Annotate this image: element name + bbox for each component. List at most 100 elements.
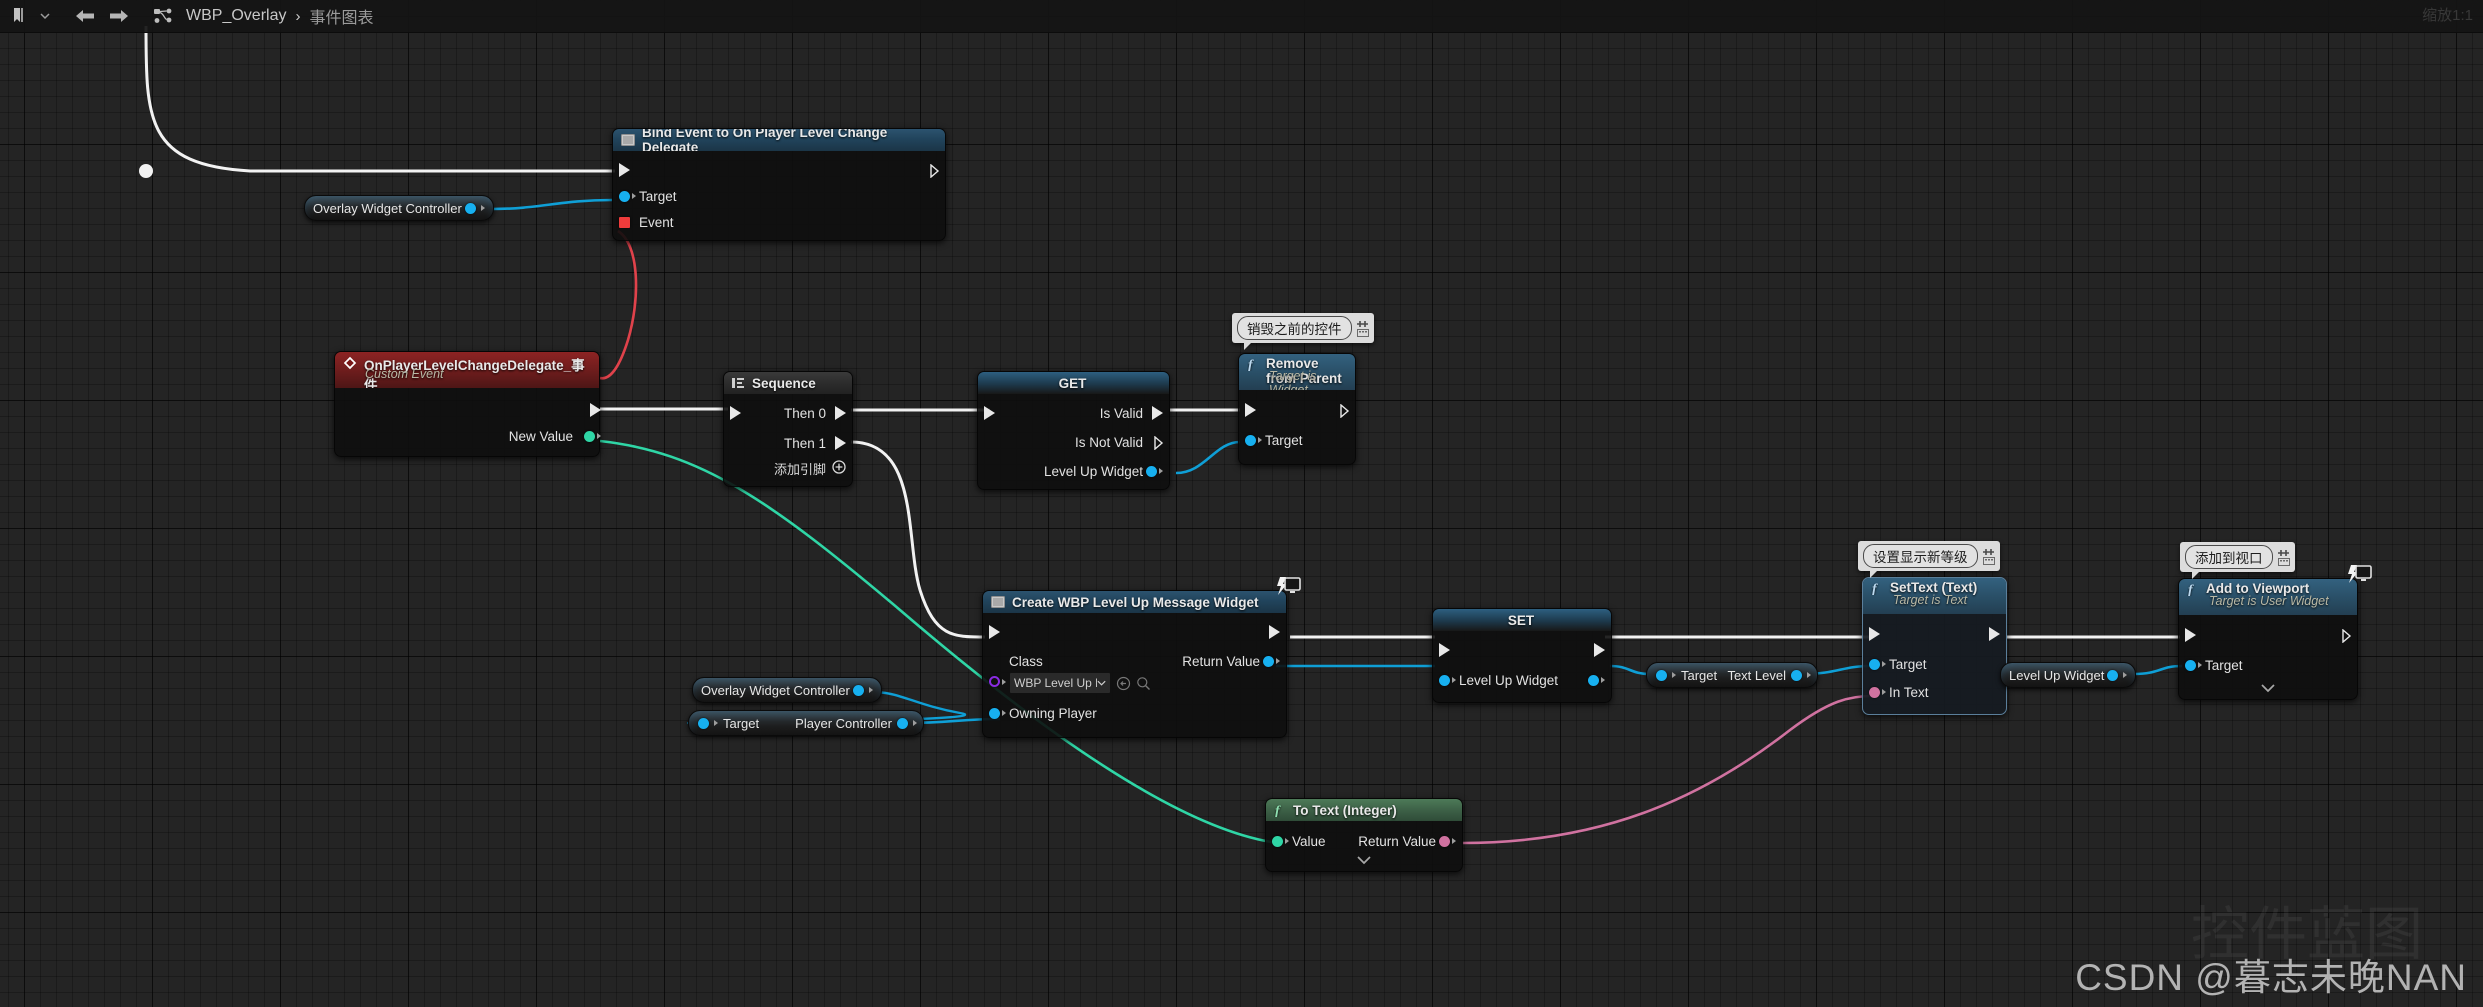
exec-in-pin[interactable] (1869, 627, 1880, 641)
class-selector-row[interactable]: WBP Level Up M (983, 672, 1286, 694)
function-f-icon: f (1247, 357, 1259, 371)
pin-row-event[interactable]: Event (613, 212, 945, 232)
node-overlay-widget-controller-getter-1[interactable]: Overlay Widget Controller (304, 195, 494, 221)
exec-in-pin[interactable] (989, 625, 1000, 639)
pin-row-exec[interactable] (1239, 400, 1355, 420)
breadcrumb-current[interactable]: 事件图表 (309, 4, 373, 28)
comment-bubble-remove-from-parent[interactable]: 销毁之前的控件 (1232, 313, 1374, 350)
node-to-text-integer[interactable]: f To Text (Integer) Value Return Value (1265, 798, 1463, 872)
node-get-player-controller[interactable]: Target Player Controller (688, 710, 924, 736)
exec-in-pin[interactable] (730, 406, 741, 420)
exec-in-pin[interactable] (619, 163, 630, 177)
owning-player-pin[interactable] (989, 707, 1006, 719)
class-dropdown[interactable]: WBP Level Up M (1009, 672, 1111, 694)
pin-row-new-value[interactable]: New Value (335, 426, 601, 446)
target-pin[interactable] (1869, 658, 1886, 670)
target-pin[interactable] (1245, 434, 1262, 446)
pin-row-exec[interactable] (983, 622, 1286, 642)
browse-to-asset-icon[interactable] (1116, 676, 1131, 691)
blueprint-graph-icon[interactable] (146, 3, 180, 29)
pin-row-in-text[interactable]: In Text (1863, 682, 2006, 702)
exec-in-pin[interactable] (984, 406, 995, 420)
object-out-pin[interactable] (464, 202, 476, 214)
pin-row-is-valid[interactable]: Is Valid (978, 403, 1169, 423)
node-body: Is Valid Is Not Valid Level Up Widget (978, 403, 1169, 489)
node-remove-from-parent[interactable]: f Remove from Parent Target is Widget Ta… (1238, 353, 1356, 465)
node-get-text-level[interactable]: Target Text Level (1646, 662, 1818, 688)
node-set-level-up-widget[interactable]: SET Level Up Widget (1432, 608, 1612, 703)
level-up-widget-out-pin[interactable] (1146, 465, 1163, 477)
exec-out-pin[interactable] (2342, 628, 2352, 643)
exec-out-pin[interactable] (1340, 403, 1350, 418)
class-pin[interactable] (989, 676, 1006, 687)
pin-row-level-up-widget[interactable]: Level Up Widget (978, 461, 1169, 481)
search-icon[interactable] (1136, 676, 1151, 691)
value-pin[interactable] (1272, 835, 1289, 847)
exec-in-pin[interactable] (2185, 628, 2196, 642)
target-pin[interactable] (2185, 659, 2202, 671)
node-sequence[interactable]: Sequence Then 0 Then 1 添加引脚 (723, 371, 853, 487)
pin-row-target[interactable]: Target (1239, 430, 1355, 450)
pin-row-target[interactable]: Target (1863, 654, 2006, 674)
object-out-pin[interactable] (2107, 669, 2119, 681)
arrow-left-icon[interactable] (68, 3, 102, 29)
pin-row-exec-out[interactable] (335, 400, 601, 420)
pin-row-exec[interactable] (1863, 624, 2006, 644)
object-out-pin[interactable] (852, 684, 864, 696)
pin-row-then-0[interactable]: Then 0 (724, 403, 852, 423)
exec-out-pin[interactable] (1594, 643, 1605, 657)
exec-out-is-not-valid-pin[interactable] (1154, 435, 1164, 450)
pin-row-then-1[interactable]: Then 1 (724, 433, 852, 453)
add-pin-button[interactable]: 添加引脚 (724, 459, 852, 478)
pin-row-value[interactable]: Value Return Value (1266, 831, 1462, 851)
exec-out-is-valid-pin[interactable] (1152, 406, 1163, 420)
expand-node-chevron-icon[interactable] (1266, 855, 1462, 865)
node-add-to-viewport[interactable]: f Add to Viewport Target is User Widget … (2178, 565, 2372, 700)
in-text-pin[interactable] (1869, 686, 1886, 698)
target-in-pin[interactable] (1656, 669, 1667, 681)
node-bind-event-to-on-player-level-change-delegate[interactable]: Bind Event to On Player Level Change Del… (612, 128, 946, 241)
exec-out-pin[interactable] (930, 163, 940, 178)
target-pin[interactable] (619, 190, 636, 202)
return-value-pin[interactable] (1263, 655, 1280, 667)
breadcrumb-root[interactable]: WBP_Overlay (186, 7, 286, 25)
exec-in-pin[interactable] (1245, 403, 1256, 417)
player-controller-out-pin[interactable] (897, 717, 908, 729)
expand-node-chevron-icon[interactable] (2179, 683, 2357, 693)
node-overlay-widget-controller-getter-2[interactable]: Overlay Widget Controller (692, 677, 882, 703)
pin-row-owning-player[interactable]: Owning Player (983, 703, 1286, 723)
pin-row-target[interactable]: Target (2179, 655, 2357, 675)
arrow-right-icon[interactable] (102, 3, 136, 29)
new-value-pin[interactable] (584, 430, 601, 442)
return-value-pin[interactable] (1439, 835, 1456, 847)
bookmark-icon[interactable] (6, 3, 32, 29)
pin-row-class[interactable]: Class Return Value (983, 651, 1286, 671)
target-in-pin[interactable] (698, 717, 709, 729)
event-delegate-pin[interactable] (619, 216, 630, 228)
pin-row-exec[interactable] (613, 160, 945, 180)
node-get-is-valid[interactable]: GET Is Valid Is Not Valid Level Up Widge… (977, 371, 1170, 490)
exec-out-then-1-pin[interactable] (835, 436, 846, 450)
plus-circle-icon[interactable] (832, 460, 846, 477)
chevron-down-icon[interactable] (32, 3, 58, 29)
exec-out-then-0-pin[interactable] (835, 406, 846, 420)
exec-out-pin[interactable] (1989, 627, 2000, 641)
pin-row-exec[interactable] (2179, 625, 2357, 645)
pin-row-is-not-valid[interactable]: Is Not Valid (978, 432, 1169, 452)
level-up-widget-out-pin[interactable] (1588, 674, 1605, 686)
pin-row-target[interactable]: Target (613, 186, 945, 206)
exec-out-pin[interactable] (1269, 625, 1280, 639)
exec-in-pin[interactable] (1439, 643, 1450, 657)
exec-out-pin[interactable] (590, 403, 601, 417)
node-custom-event-on-player-level-change-delegate[interactable]: OnPlayerLevelChangeDelegate_事件 Custom Ev… (334, 351, 601, 457)
pin-row-exec[interactable] (1433, 640, 1611, 660)
comment-bubble-add-to-viewport[interactable]: 添加到视口 (2180, 542, 2295, 579)
graph-canvas-background[interactable] (0, 0, 2483, 1007)
node-create-wbp-level-up-message-widget[interactable]: Create WBP Level Up Message Widget Class… (982, 577, 1301, 738)
level-up-widget-in-pin[interactable] (1439, 674, 1456, 686)
node-get-level-up-widget[interactable]: Level Up Widget (2000, 662, 2137, 688)
comment-bubble-set-text[interactable]: 设置显示新等级 (1858, 541, 2000, 578)
pin-row-level-up-widget[interactable]: Level Up Widget (1433, 670, 1611, 690)
node-set-text[interactable]: f SetText (Text) Target is Text Target I… (1862, 577, 2007, 715)
text-level-out-pin[interactable] (1791, 669, 1802, 681)
